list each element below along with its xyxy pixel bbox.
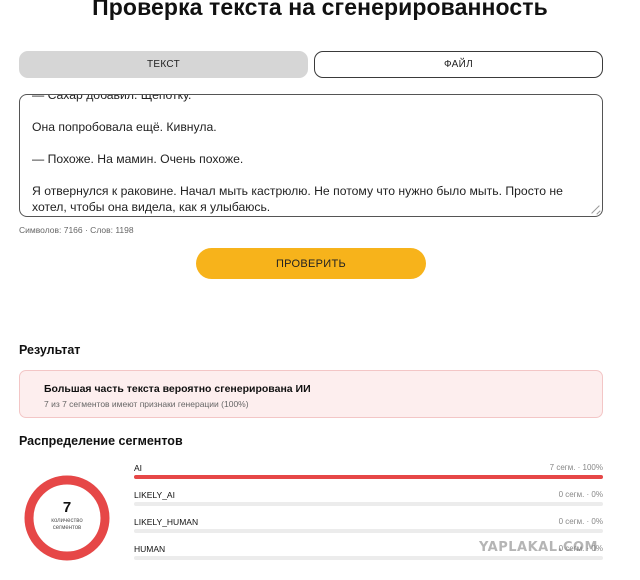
segment-bar-fill bbox=[134, 475, 603, 479]
segment-label: AI bbox=[134, 463, 143, 473]
text-paragraph: Я отвернулся к раковине. Начал мыть каст… bbox=[32, 184, 563, 214]
segment-bar-track bbox=[134, 529, 603, 533]
resize-handle-icon[interactable] bbox=[591, 205, 600, 214]
text-paragraph: — Сахар добавил. Щепотку. bbox=[32, 94, 192, 102]
donut-caption: количество сегментов bbox=[51, 518, 83, 531]
result-subtitle: 7 из 7 сегментов имеют признаки генераци… bbox=[44, 399, 249, 409]
input-mode-tabs: ТЕКСТ ФАЙЛ bbox=[19, 51, 603, 78]
result-heading: Результат bbox=[19, 343, 81, 357]
distribution-heading: Распределение сегментов bbox=[19, 434, 183, 448]
check-button[interactable]: ПРОВЕРИТЬ bbox=[196, 248, 426, 279]
result-card: Большая часть текста вероятно сгенериров… bbox=[19, 370, 603, 418]
page-title: Проверка текста на сгенерированность bbox=[92, 0, 548, 20]
segment-bar-track bbox=[134, 556, 603, 560]
segment-bar-track bbox=[134, 475, 603, 479]
segment-row-likely-ai: LIKELY_AI 0 сегм. · 0% bbox=[134, 490, 603, 510]
text-paragraph: Она попробовала ещё. Кивнула. bbox=[32, 120, 217, 134]
tab-text[interactable]: ТЕКСТ bbox=[19, 51, 308, 78]
site-watermark: YAPLAKAL.COM bbox=[479, 540, 598, 555]
text-content: — Сахар добавил. Щепотку. Она попробовал… bbox=[32, 94, 592, 215]
segment-value: 0 сегм. · 0% bbox=[558, 490, 603, 499]
segment-label: HUMAN bbox=[134, 544, 166, 554]
char-word-counter: Символов: 7166 · Слов: 1198 bbox=[19, 225, 134, 235]
text-paragraph: — Похоже. На мамин. Очень похоже. bbox=[32, 152, 244, 166]
segment-row-ai: AI 7 сегм. · 100% bbox=[134, 463, 603, 483]
tab-file[interactable]: ФАЙЛ bbox=[314, 51, 603, 78]
result-title: Большая часть текста вероятно сгенериров… bbox=[44, 383, 311, 395]
donut-total-count: 7 bbox=[62, 499, 72, 516]
segment-value: 7 сегм. · 100% bbox=[549, 463, 603, 472]
segment-bar-track bbox=[134, 502, 603, 506]
segment-value: 0 сегм. · 0% bbox=[558, 517, 603, 526]
segment-label: LIKELY_HUMAN bbox=[134, 517, 199, 527]
segment-row-likely-human: LIKELY_HUMAN 0 сегм. · 0% bbox=[134, 517, 603, 537]
text-input-area[interactable]: — Сахар добавил. Щепотку. Она попробовал… bbox=[19, 94, 603, 217]
segment-label: LIKELY_AI bbox=[134, 490, 175, 500]
